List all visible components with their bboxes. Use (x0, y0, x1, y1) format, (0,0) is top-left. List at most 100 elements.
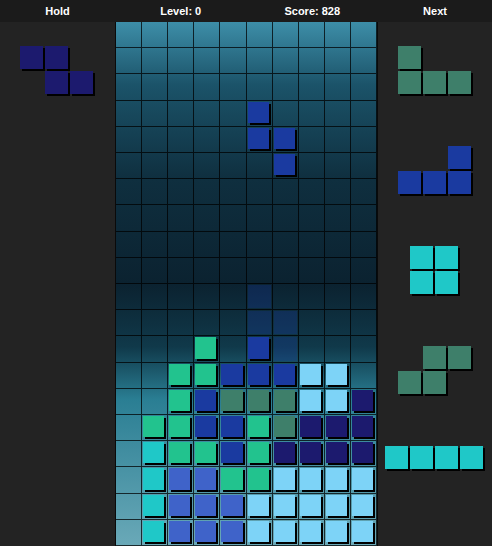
block (448, 146, 471, 169)
board-cell (142, 232, 168, 258)
game-board (115, 22, 378, 546)
block (221, 521, 242, 542)
tetromino-cell (435, 246, 460, 271)
board-cell (299, 101, 325, 127)
next-slot (378, 46, 492, 146)
block (248, 521, 269, 542)
tetromino-cell (448, 146, 473, 171)
board-cell (168, 258, 194, 284)
ghost-block (248, 285, 271, 308)
block (143, 521, 164, 542)
block (45, 71, 68, 94)
board-cell (194, 153, 220, 179)
board-cell (168, 101, 194, 127)
board-cell (194, 74, 220, 100)
board-cell (168, 127, 194, 153)
block (195, 416, 216, 437)
board-cell (273, 205, 299, 231)
board-cell (247, 127, 273, 153)
board-cell (168, 22, 194, 48)
board-cell (351, 48, 377, 74)
block (300, 416, 321, 437)
board-cell (325, 127, 351, 153)
block (221, 364, 242, 385)
board-cell (247, 441, 273, 467)
board-cell (247, 284, 273, 310)
board-cell (299, 153, 325, 179)
block (448, 71, 471, 94)
block (352, 495, 373, 516)
board-cell (220, 363, 246, 389)
block (195, 337, 216, 358)
board-cell (142, 258, 168, 284)
board-cell (325, 494, 351, 520)
board-cell (116, 205, 142, 231)
tetromino-cell (45, 71, 70, 96)
board-cell (299, 179, 325, 205)
block (352, 416, 373, 437)
block (326, 442, 347, 463)
board-cell (168, 310, 194, 336)
board-cell (168, 205, 194, 231)
board-cell (273, 48, 299, 74)
board-cell (116, 127, 142, 153)
board-cell (325, 310, 351, 336)
board-cell (168, 467, 194, 493)
block (300, 521, 321, 542)
block (143, 495, 164, 516)
board-cell (168, 363, 194, 389)
board-cell (220, 467, 246, 493)
tetromino-cell (448, 346, 473, 371)
block (195, 390, 216, 411)
board-cell (299, 48, 325, 74)
board-cell (142, 22, 168, 48)
block (352, 468, 373, 489)
block (423, 346, 446, 369)
board-cell (325, 467, 351, 493)
block (300, 390, 321, 411)
score-label: Score: 828 (247, 0, 379, 22)
tetromino (398, 46, 473, 96)
board-cell (299, 232, 325, 258)
board-cell (273, 101, 299, 127)
board-cell (194, 441, 220, 467)
board-cell (168, 179, 194, 205)
board-cell (325, 441, 351, 467)
board-cell (273, 74, 299, 100)
board-cell (220, 153, 246, 179)
block (70, 71, 93, 94)
block (195, 521, 216, 542)
board-cell (299, 389, 325, 415)
tetromino-cell (398, 46, 423, 71)
block (248, 495, 269, 516)
board-cell (247, 179, 273, 205)
top-bar: Hold Level: 0 Score: 828 Next (0, 0, 492, 22)
board-cell (351, 205, 377, 231)
board-cell (247, 494, 273, 520)
tetromino (398, 346, 473, 396)
board-cell (116, 22, 142, 48)
block (448, 346, 471, 369)
block (398, 46, 421, 69)
board-cell (299, 467, 325, 493)
tetromino-cell (45, 46, 70, 71)
board-cell (351, 389, 377, 415)
board-cell (194, 467, 220, 493)
board-cell (116, 101, 142, 127)
board-cell (220, 258, 246, 284)
board-cell (351, 284, 377, 310)
ghost-block (274, 311, 297, 334)
board-cell (247, 258, 273, 284)
board-cell (220, 415, 246, 441)
board-cell (142, 127, 168, 153)
board-cell (351, 415, 377, 441)
board-cell (247, 520, 273, 546)
board-cell (325, 284, 351, 310)
tetromino-cell (410, 271, 435, 296)
board-cell (220, 336, 246, 362)
level-label: Level: 0 (115, 0, 247, 22)
board-cell (351, 363, 377, 389)
board-cell (247, 205, 273, 231)
board-cell (273, 467, 299, 493)
next-panel (378, 22, 492, 546)
